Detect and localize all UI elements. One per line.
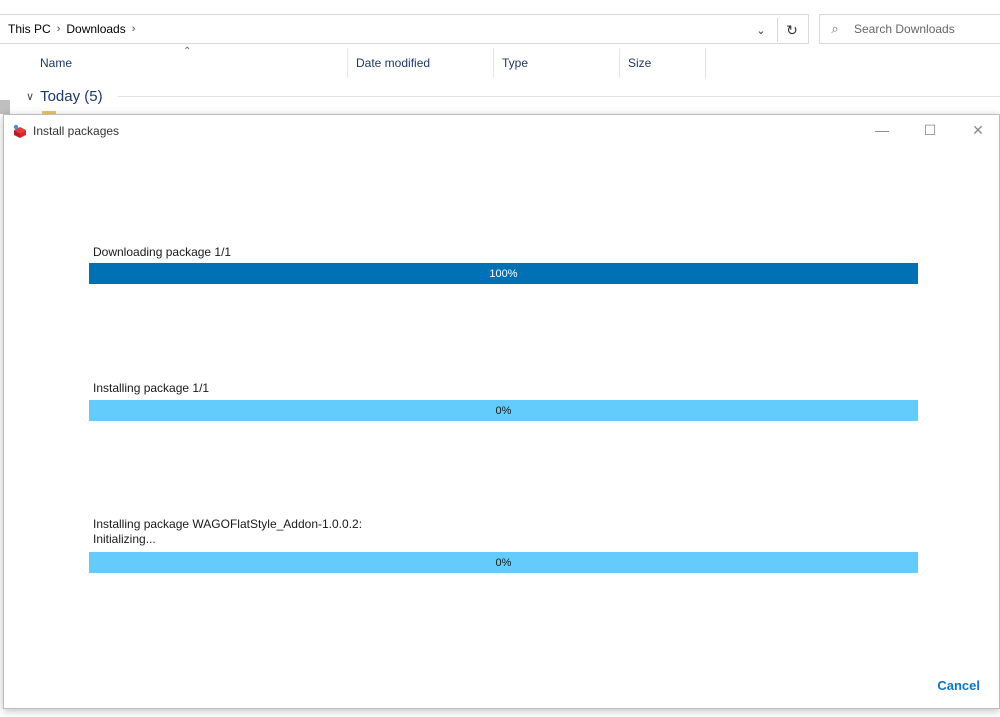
download-progress-bar: 100% bbox=[89, 263, 918, 284]
chevron-right-icon[interactable]: › bbox=[128, 23, 140, 35]
wago-package-icon bbox=[13, 124, 26, 138]
search-placeholder: Search Downloads bbox=[854, 22, 955, 36]
group-divider bbox=[118, 96, 1000, 97]
maximize-button[interactable]: ☐ bbox=[907, 115, 953, 145]
address-row: This PC › Downloads › ⌄ ↻ ⌕ Search Downl… bbox=[0, 8, 1000, 46]
search-icon: ⌕ bbox=[831, 21, 839, 36]
package-progress-percent: 0% bbox=[495, 556, 512, 569]
column-header-date-modified[interactable]: Date modified bbox=[348, 48, 494, 78]
column-header-type[interactable]: Type bbox=[494, 48, 620, 78]
scroll-edge bbox=[0, 100, 10, 114]
install-packages-dialog: Install packages — ☐ ✕ Downloading packa… bbox=[3, 114, 1000, 709]
package-progress-label: Installing package WAGOFlatStyle_Addon-1… bbox=[93, 517, 363, 546]
download-progress-label: Downloading package 1/1 bbox=[93, 245, 232, 259]
download-progress-percent: 100% bbox=[489, 267, 518, 280]
group-header-today[interactable]: ∨ Today (5) bbox=[26, 84, 103, 108]
group-label: Today (5) bbox=[40, 87, 103, 105]
package-progress-bar: 0% bbox=[89, 552, 918, 573]
breadcrumb-this-pc[interactable]: This PC bbox=[0, 22, 53, 36]
column-header-size[interactable]: Size bbox=[620, 48, 706, 78]
address-divider bbox=[777, 18, 778, 42]
install-progress-bar: 0% bbox=[89, 400, 918, 421]
chevron-down-icon: ∨ bbox=[26, 90, 35, 103]
dialog-titlebar[interactable]: Install packages — ☐ ✕ bbox=[4, 115, 999, 147]
minimize-button[interactable]: — bbox=[859, 115, 905, 145]
install-progress-label: Installing package 1/1 bbox=[93, 381, 210, 395]
refresh-icon[interactable]: ↻ bbox=[782, 20, 802, 40]
column-header-name[interactable]: Name bbox=[32, 48, 348, 78]
chevron-right-icon[interactable]: › bbox=[53, 23, 65, 35]
cancel-button[interactable]: Cancel bbox=[937, 678, 980, 693]
search-input[interactable]: ⌕ Search Downloads bbox=[819, 14, 1000, 44]
dialog-title: Install packages bbox=[33, 124, 120, 138]
address-bar[interactable]: This PC › Downloads › ⌄ ↻ bbox=[0, 14, 809, 44]
close-button[interactable]: ✕ bbox=[955, 115, 1000, 145]
chevron-down-icon[interactable]: ⌄ bbox=[751, 21, 771, 39]
breadcrumb-downloads[interactable]: Downloads bbox=[64, 22, 127, 36]
install-progress-percent: 0% bbox=[495, 404, 512, 417]
